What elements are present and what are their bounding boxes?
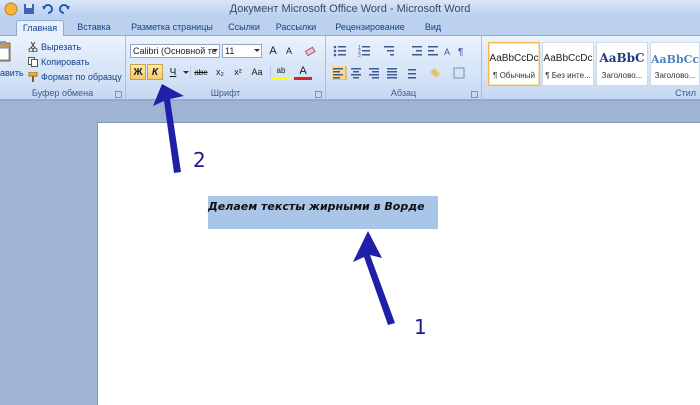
annotation-number-1: 1 — [414, 315, 427, 339]
arrow-icon — [153, 84, 184, 173]
arrow-icon — [353, 231, 395, 325]
annotation-arrows — [153, 84, 395, 325]
annotation-number-2: 2 — [193, 148, 206, 172]
